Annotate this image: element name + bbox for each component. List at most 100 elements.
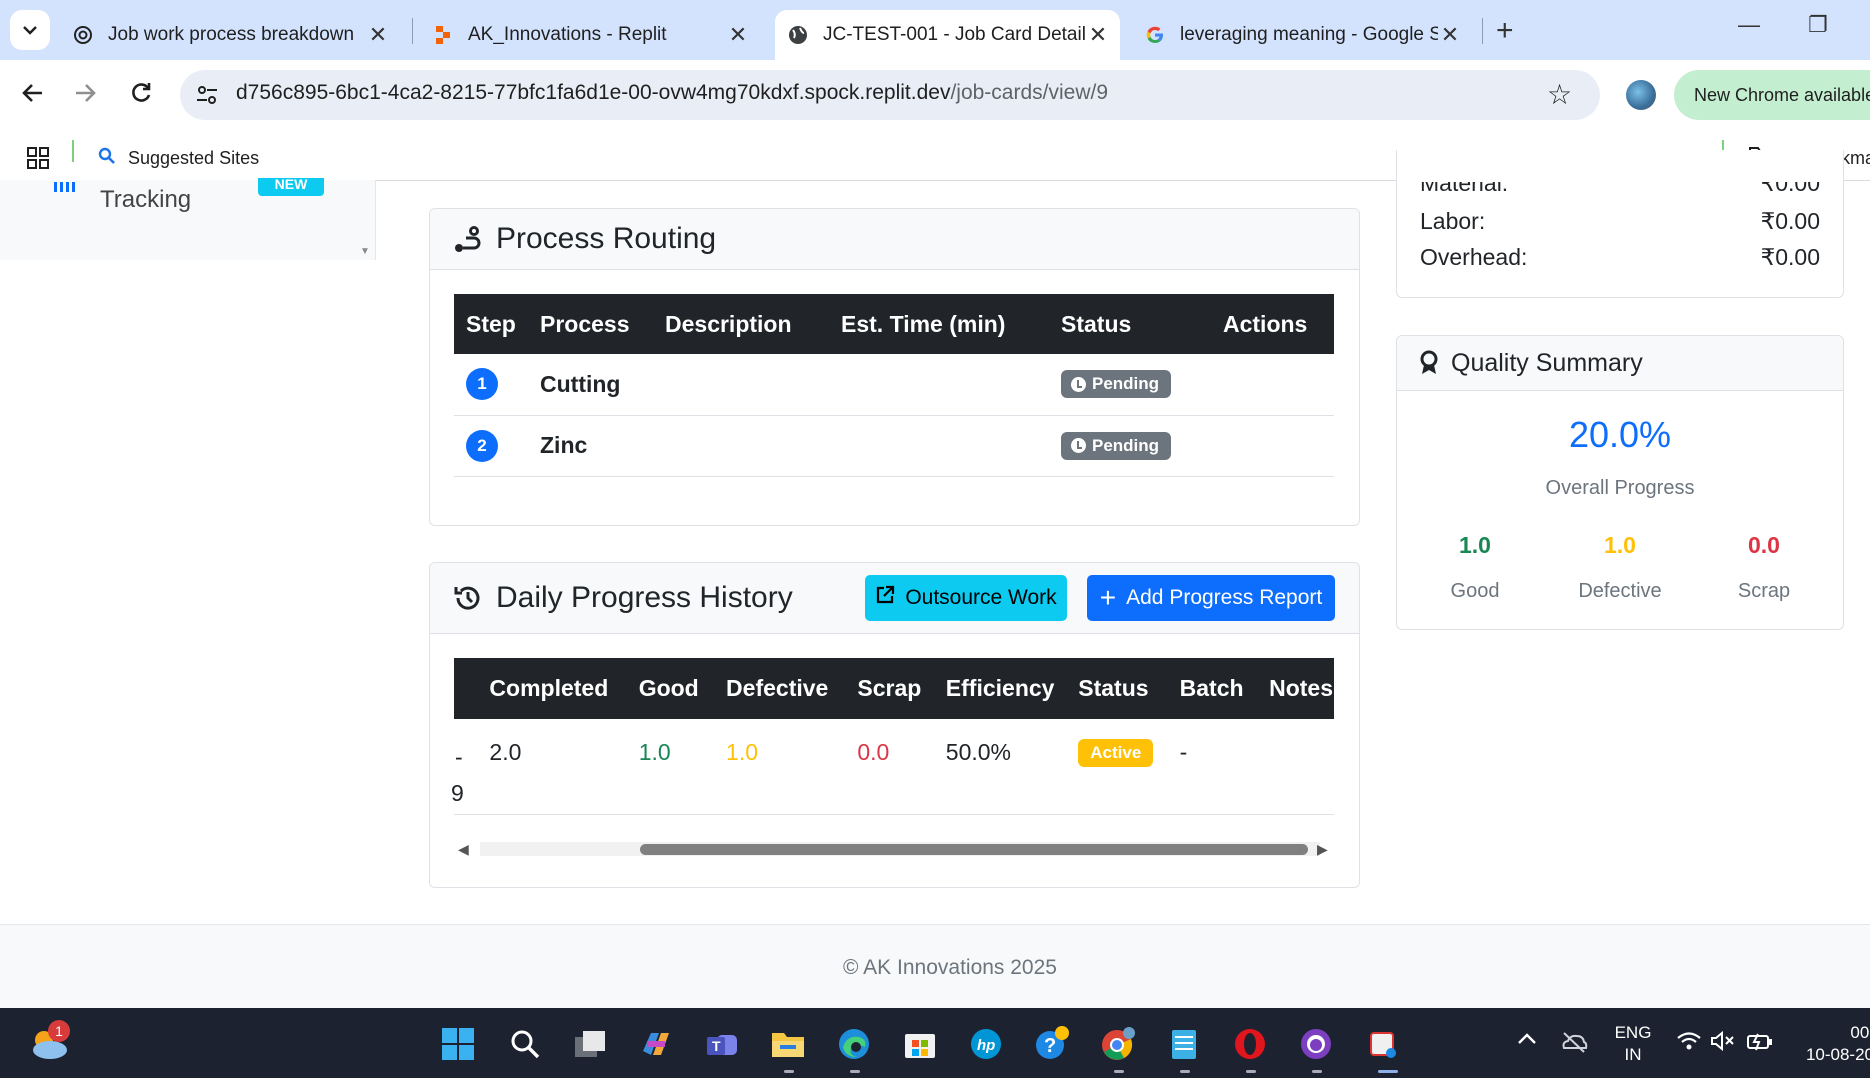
defective-value: 1.0 (726, 739, 759, 765)
bookmark-label: Suggested Sites (128, 147, 260, 168)
defective-count: 1.0 (1604, 532, 1636, 558)
overall-progress-value: 20.0% (1568, 414, 1672, 455)
wifi-icon[interactable] (1676, 1030, 1702, 1057)
tab-2[interactable]: AK_Innovations - Replit ✕ (420, 10, 760, 60)
clock-time: 00: (1850, 1023, 1870, 1042)
copilot-icon[interactable] (636, 1024, 676, 1064)
defective-label: Defective (1578, 580, 1662, 602)
teams-icon[interactable]: T (702, 1024, 742, 1064)
column-header: Defective (726, 675, 829, 701)
back-arrow-icon[interactable] (20, 80, 46, 113)
restore-icon[interactable]: ❐ (1808, 12, 1828, 38)
button-label: Add Progress Report (1126, 586, 1323, 609)
github-icon[interactable] (1296, 1024, 1336, 1064)
bookmark-star-icon[interactable]: ☆ (1547, 78, 1572, 111)
edge-browser-icon[interactable] (834, 1024, 874, 1064)
step-number-badge: 1 (466, 368, 498, 401)
add-progress-report-button[interactable]: + Add Progress Report (1087, 575, 1335, 621)
notification-count-badge: 1 (48, 1020, 70, 1042)
scrap-count: 0.0 (1748, 532, 1780, 558)
process-routing-table: Step Process Description Est. Time (min)… (454, 294, 1334, 477)
column-header: Scrap (857, 675, 922, 701)
outsource-work-button[interactable]: Outsource Work (865, 575, 1067, 621)
close-tab-icon[interactable]: ✕ (1086, 22, 1110, 48)
close-tab-icon[interactable]: ✕ (1438, 22, 1462, 48)
notepad-icon[interactable] (1164, 1024, 1204, 1064)
snipping-tool-icon[interactable] (1362, 1024, 1402, 1064)
footer-copyright: © AK Innovations 2025 (843, 956, 1057, 979)
column-header: Notes (1269, 675, 1333, 701)
status-badge: Pending (1061, 370, 1172, 399)
bookmark-separator (72, 140, 74, 162)
svg-text:?: ? (1044, 1035, 1056, 1057)
good-label: Good (1450, 580, 1500, 602)
column-header: Process (540, 310, 630, 337)
chevron-up-icon[interactable] (1516, 1030, 1538, 1053)
good-value: 1.0 (638, 739, 671, 765)
hp-icon[interactable]: hp (966, 1024, 1006, 1064)
windows-start-icon[interactable] (438, 1024, 478, 1064)
site-info-icon[interactable] (194, 82, 220, 113)
tab-4[interactable]: leveraging meaning - Google Se ✕ (1132, 10, 1472, 60)
daily-progress-title: Daily Progress History (496, 581, 793, 614)
row-actions (1222, 415, 1334, 476)
chrome-icon[interactable] (1098, 1024, 1138, 1064)
task-view-icon[interactable] (570, 1024, 610, 1064)
column-header: Actions (1223, 310, 1308, 337)
sidebar-item-tracking[interactable]: Tracking (100, 186, 191, 214)
profile-avatar[interactable] (1626, 80, 1656, 110)
battery-icon[interactable] (1746, 1030, 1774, 1057)
apps-grid-icon[interactable] (26, 138, 50, 178)
clock[interactable]: 00: 10-08-20 (1794, 1022, 1870, 1066)
close-tab-icon[interactable]: ✕ (366, 22, 390, 48)
close-tab-icon[interactable]: ✕ (726, 22, 750, 48)
scroll-right-arrow-icon[interactable]: ▶ (1317, 841, 1328, 858)
status-text: Pending (1092, 374, 1160, 394)
status-badge: Active (1078, 739, 1154, 767)
volume-muted-icon[interactable] (1710, 1030, 1736, 1057)
running-indicator (1246, 1070, 1256, 1073)
microsoft-store-icon[interactable] (900, 1024, 940, 1064)
get-help-icon[interactable]: ? (1032, 1024, 1072, 1064)
onedrive-offline-icon[interactable] (1560, 1030, 1588, 1059)
search-icon (98, 147, 116, 170)
reload-icon[interactable] (128, 80, 154, 113)
sidebar-scroll-down-icon[interactable]: ▼ (360, 246, 370, 257)
clock-icon (1071, 438, 1086, 453)
opera-icon[interactable] (1230, 1024, 1270, 1064)
language-indicator[interactable]: ENG IN (1610, 1022, 1656, 1066)
file-explorer-icon[interactable] (768, 1024, 808, 1064)
tab-title: Job work process breakdown (108, 24, 355, 45)
status-badge: Pending (1061, 431, 1172, 460)
new-tab-plus-icon[interactable]: + (1496, 14, 1514, 48)
forward-arrow-icon[interactable] (72, 80, 98, 113)
column-header: Status (1078, 675, 1149, 701)
notes-value (1268, 719, 1334, 814)
barcode-icon (54, 182, 78, 192)
url-host: d756c895-6bc1-4ca2-8215-77bfc1fa6d1e-00-… (236, 81, 951, 104)
search-icon[interactable] (505, 1024, 545, 1064)
cost-value: ₹0.00 (1760, 244, 1820, 270)
button-label: Outsource Work (905, 586, 1057, 609)
running-indicator (850, 1070, 860, 1073)
scroll-left-arrow-icon[interactable]: ◀ (458, 841, 469, 858)
table-row: - 9 2.0 1.0 1.0 0.0 50.0% Active - (451, 719, 1334, 814)
cost-value: ₹0.00 (1760, 208, 1820, 234)
suggested-sites-bookmark[interactable]: Suggested Sites (98, 138, 259, 178)
new-chrome-available-button[interactable]: New Chrome available (1674, 70, 1870, 120)
external-link-icon (875, 585, 895, 611)
column-header: Status (1061, 310, 1132, 337)
status-text: Pending (1092, 435, 1160, 455)
overall-progress-label: Overall Progress (1545, 477, 1695, 499)
url-text[interactable]: d756c895-6bc1-4ca2-8215-77bfc1fa6d1e-00-… (236, 81, 1108, 105)
svg-text:hp: hp (977, 1037, 995, 1054)
good-count: 1.0 (1459, 532, 1491, 558)
tab-1[interactable]: Job work process breakdown ✕ (60, 10, 400, 60)
running-indicator (1378, 1070, 1398, 1073)
tab-title: JC-TEST-001 - Job Card Details (823, 24, 1086, 45)
tab-search-dropdown[interactable] (10, 10, 50, 50)
minimize-icon[interactable]: — (1738, 12, 1760, 38)
horizontal-scrollbar-thumb[interactable] (640, 844, 1308, 855)
tab-divider (412, 18, 413, 44)
tab-3-active[interactable]: JC-TEST-001 - Job Card Details ✕ (775, 10, 1120, 60)
